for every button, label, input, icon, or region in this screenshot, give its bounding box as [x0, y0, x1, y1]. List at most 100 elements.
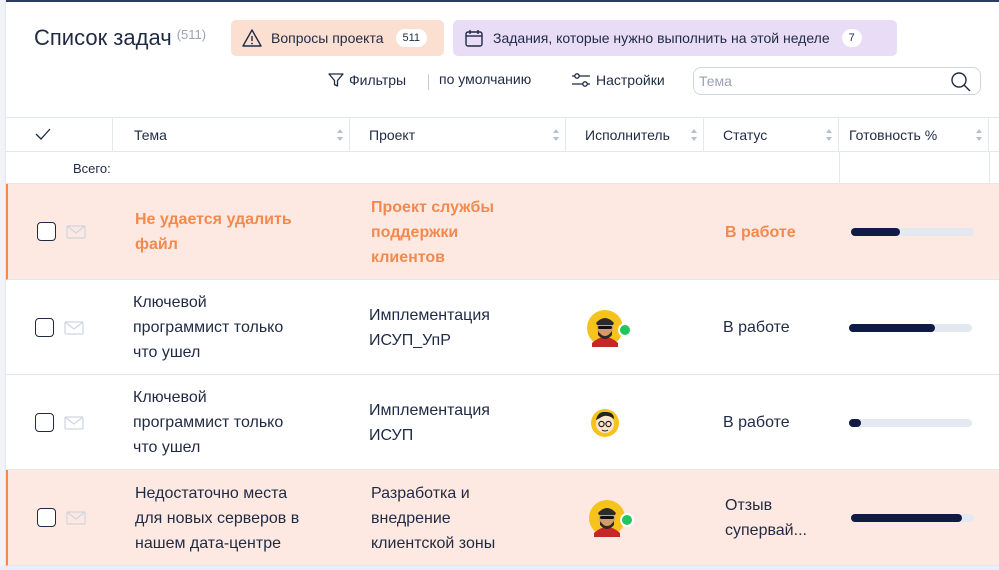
- task-table: Тема Проект Исполнитель Статус Готовност…: [6, 117, 999, 184]
- table-row[interactable]: Не удается удалить файл Проект службы подде…: [6, 184, 999, 280]
- settings-label: Настройки: [596, 72, 665, 88]
- sort-icon[interactable]: [690, 127, 698, 143]
- page-header: Список задач (511): [34, 18, 206, 58]
- filters-label: Фильтры: [349, 72, 407, 88]
- task-project: Имплементация ИСУП_УпР: [369, 303, 559, 353]
- toolbar: Фильтры по умолчанию Настройки: [0, 66, 999, 96]
- online-status-dot: [620, 513, 634, 527]
- search-input[interactable]: [699, 68, 939, 94]
- column-status-label: Статус: [723, 127, 768, 143]
- column-assignee[interactable]: Исполнитель: [566, 118, 704, 152]
- task-project-line: ИСУП: [369, 426, 414, 444]
- task-topic-line: для новых серверов в: [135, 509, 300, 527]
- total-label: Всего:: [73, 161, 111, 176]
- task-status: В работе: [725, 220, 835, 245]
- column-progress-label: Готовность %: [849, 127, 938, 143]
- task-project-line: поддержки: [371, 223, 459, 241]
- column-topic[interactable]: Тема: [113, 118, 350, 152]
- task-status-line: В работе: [723, 319, 790, 336]
- mail-icon[interactable]: [66, 511, 86, 525]
- task-count: (511): [176, 26, 207, 42]
- week-tasks-chip[interactable]: Задания, которые нужно выполнить на этой…: [453, 20, 897, 56]
- table-row[interactable]: Ключевой программист только что ушел Имплем…: [6, 280, 999, 375]
- table-header: Тема Проект Исполнитель Статус Готовност…: [6, 117, 999, 152]
- toolbar-divider: [428, 74, 429, 90]
- row-checkbox[interactable]: [35, 412, 54, 432]
- task-project-line: внедрение: [371, 509, 451, 527]
- task-project: Проект службы поддержки клиентов: [371, 195, 561, 270]
- column-progress[interactable]: Готовность %: [839, 118, 989, 152]
- week-tasks-label: Задания, которые нужно выполнить на этой…: [493, 30, 830, 46]
- row-checkbox[interactable]: [37, 222, 56, 241]
- task-status-line: В работе: [725, 223, 796, 241]
- task-project: Разработка и внедрение клиентской зоны: [371, 481, 561, 556]
- filters-button[interactable]: Фильтры: [327, 71, 406, 89]
- task-topic-line: что ушел: [133, 439, 201, 456]
- task-status: В работе: [723, 315, 833, 340]
- column-project[interactable]: Проект: [350, 118, 566, 152]
- project-questions-label: Вопросы проекта: [271, 30, 384, 46]
- search-box: [693, 67, 981, 95]
- task-status: В работе: [723, 410, 833, 435]
- sort-icon[interactable]: [975, 127, 983, 143]
- top-border: [0, 0, 999, 2]
- task-topic[interactable]: Ключевой программист только что ушел: [133, 385, 343, 460]
- task-topic-line: Ключевой: [133, 389, 207, 406]
- column-project-label: Проект: [369, 127, 416, 143]
- progress-fill: [849, 323, 936, 332]
- settings-button[interactable]: Настройки: [570, 71, 665, 89]
- project-questions-badge: 511: [395, 29, 428, 47]
- task-topic-line: Не удается удалить: [135, 211, 292, 228]
- select-all-column[interactable]: [6, 118, 113, 152]
- progress-fill: [849, 418, 862, 427]
- filter-icon: [327, 71, 345, 89]
- column-extra: [989, 118, 999, 152]
- sort-icon[interactable]: [552, 127, 560, 143]
- settings-sliders-icon: [570, 71, 592, 89]
- task-topic-line: файл: [135, 236, 178, 253]
- online-status-dot: [618, 322, 632, 337]
- page-title: Список задач: [34, 25, 172, 50]
- task-project: Имплементация ИСУП: [369, 398, 559, 448]
- mail-icon[interactable]: [64, 320, 84, 335]
- task-topic[interactable]: Не удается удалить файл: [135, 207, 345, 257]
- table-row[interactable]: Ключевой программист только что ушел Имплем…: [6, 375, 999, 470]
- sort-icon[interactable]: [825, 127, 833, 143]
- divider: [989, 152, 990, 184]
- calendar-icon: [463, 27, 485, 49]
- progress-fill: [851, 228, 901, 236]
- table-row[interactable]: Недостаточно места для новых серверов в на…: [6, 470, 999, 566]
- row-checkbox[interactable]: [37, 508, 56, 527]
- task-project-line: Имплементация: [369, 306, 490, 324]
- mail-icon[interactable]: [64, 415, 84, 430]
- task-status: Отзыв супервай...: [725, 493, 835, 543]
- progress-fill: [851, 514, 962, 522]
- default-filter-button[interactable]: по умолчанию: [439, 71, 531, 87]
- task-topic-line: нашем дата-центре: [135, 534, 282, 552]
- sort-icon[interactable]: [336, 127, 344, 143]
- task-project-line: Разработка и: [371, 484, 470, 502]
- search-icon[interactable]: [950, 71, 972, 98]
- progress-bar: [851, 228, 974, 236]
- progress-bar: [849, 418, 972, 427]
- task-topic-line: Недостаточно места: [135, 484, 288, 502]
- task-topic[interactable]: Недостаточно места для новых серверов в на…: [135, 481, 345, 556]
- assignee-avatar[interactable]: [586, 404, 624, 442]
- column-status[interactable]: Статус: [704, 118, 839, 152]
- task-project-line: Имплементация: [369, 401, 490, 419]
- total-row: Всего:: [6, 152, 999, 184]
- column-topic-label: Тема: [134, 127, 167, 143]
- progress-bar: [849, 323, 972, 332]
- task-project-line: ИСУП_УпР: [369, 331, 451, 349]
- task-topic[interactable]: Ключевой программист только что ушел: [133, 290, 343, 365]
- task-topic-line: Ключевой: [133, 294, 207, 311]
- progress-bar: [851, 514, 974, 522]
- task-project-line: Проект службы: [371, 198, 495, 216]
- task-status-line: супервай...: [725, 522, 807, 539]
- task-topic-line: программист только: [133, 414, 284, 431]
- project-questions-chip[interactable]: Вопросы проекта 511: [231, 20, 444, 56]
- checkmark-icon[interactable]: [34, 126, 52, 145]
- default-filter-label: по умолчанию: [439, 71, 532, 87]
- row-checkbox[interactable]: [35, 317, 54, 337]
- mail-icon[interactable]: [66, 225, 86, 239]
